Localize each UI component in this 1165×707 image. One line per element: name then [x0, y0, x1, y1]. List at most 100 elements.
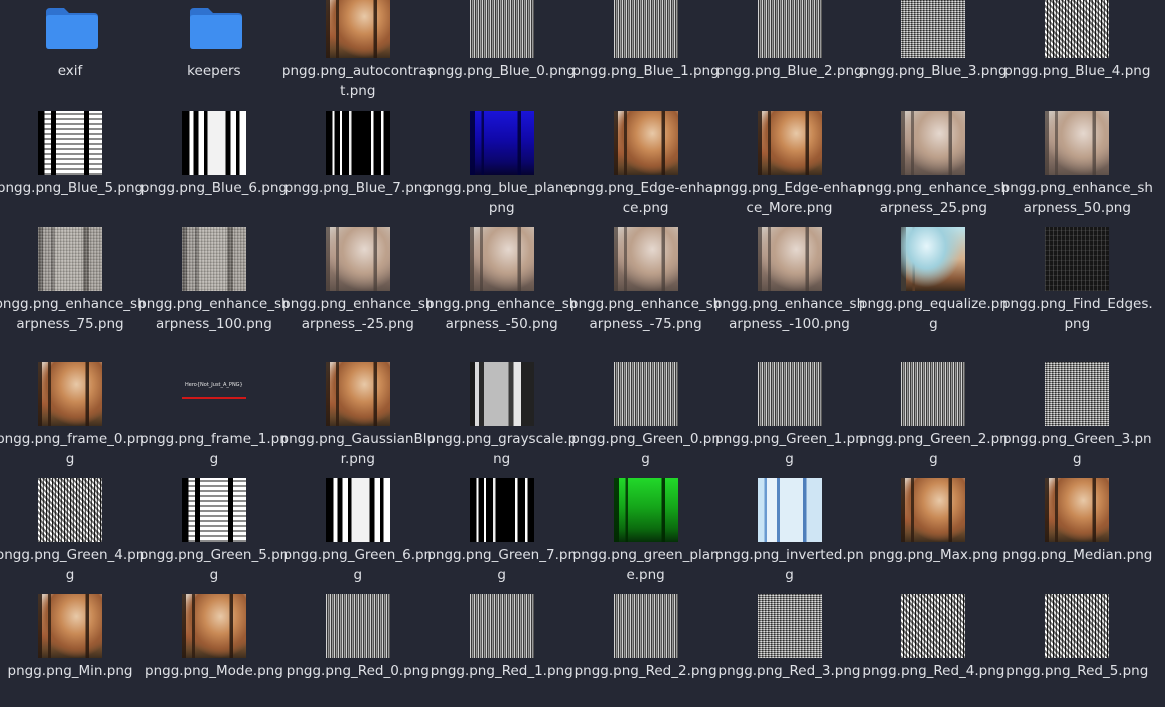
image-thumbnail	[1045, 227, 1110, 291]
file-item[interactable]: pngg.png_Blue_2.png	[716, 0, 863, 112]
file-item[interactable]: pngg.png_Blue_7.png	[285, 111, 431, 223]
file-item[interactable]: pngg.png_Edge-enhance_More.png	[713, 111, 866, 223]
file-item[interactable]: pngg.png_enhance_sharpness_75.png	[0, 227, 146, 339]
file-name-label: pngg.png_Green_7.png	[427, 547, 576, 583]
file-item[interactable]: pngg.png_enhance_sharpness_-25.png	[282, 227, 433, 339]
file-name-label: pngg.png_enhance_sharpness_75.png	[0, 296, 146, 332]
file-item[interactable]: pngg.png_Green_1.png	[715, 362, 864, 474]
image-thumbnail	[469, 362, 534, 426]
file-name-label: pngg.png_Green_0.png	[571, 431, 720, 467]
file-item[interactable]: pngg.png_GaussianBlur.png	[281, 362, 435, 474]
file-item[interactable]: pngg.png_enhance_sharpness_-75.png	[570, 227, 721, 339]
file-item[interactable]: pngg.png_enhance_sharpness_50.png	[1002, 111, 1153, 223]
file-name-label: pngg.png_Edge-enhance_More.png	[713, 180, 866, 216]
file-name-label: pngg.png_Median.png	[1002, 547, 1153, 563]
file-name-label: pngg.png_grayscale.png	[427, 431, 577, 467]
file-name-label: pngg.png_Red_4.png	[862, 663, 1005, 679]
image-thumbnail	[469, 227, 534, 291]
file-item[interactable]: pngg.png_enhance_sharpness_-50.png	[426, 227, 577, 339]
file-name-label: pngg.png_Blue_6.png	[140, 180, 287, 196]
file-name-label: pngg.png_Min.png	[7, 663, 133, 679]
file-item[interactable]: pngg.png_equalize.png	[859, 227, 1008, 339]
file-item[interactable]: keepers	[144, 0, 284, 112]
image-thumbnail	[1045, 594, 1110, 658]
image-thumbnail	[38, 478, 102, 542]
file-name-label: pngg.png_Blue_7.png	[284, 180, 431, 196]
file-name-label: pngg.png_Edge-enhance.png	[569, 180, 722, 216]
file-item[interactable]: pngg.png_Red_4.png	[862, 594, 1004, 706]
image-thumbnail	[613, 362, 678, 426]
file-item[interactable]: pngg.png_Red_1.png	[431, 594, 573, 706]
file-item[interactable]: pngg.png_Median.png	[1002, 478, 1152, 590]
file-name-label: pngg.png_Red_2.png	[574, 663, 717, 679]
file-item[interactable]: pngg.png_enhance_sharpness_100.png	[138, 227, 290, 339]
file-item[interactable]: pngg.png_Blue_5.png	[0, 111, 143, 223]
file-name-label: pngg.png_Blue_1.png	[572, 63, 719, 79]
file-name-label: pngg.png_Red_3.png	[718, 663, 861, 679]
file-item[interactable]: pngg.png_Blue_0.png	[429, 0, 575, 112]
file-name-label: pngg.png_Green_4.png	[0, 547, 145, 583]
image-thumbnail	[38, 111, 102, 175]
file-item[interactable]: pngg.png_Mode.png	[144, 594, 284, 706]
file-name-label: pngg.png_Green_3.png	[1002, 431, 1152, 467]
file-name-label: pngg.png_frame_0.png	[0, 431, 144, 467]
file-name-label: pngg.png_blue_plane.png	[427, 180, 577, 216]
file-name-label: pngg.png_Blue_4.png	[1004, 63, 1151, 79]
image-thumbnail	[901, 594, 966, 658]
image-thumbnail	[325, 227, 390, 291]
file-item[interactable]: pngg.png_Blue_3.png	[860, 0, 1006, 112]
file-item[interactable]: pngg.png_enhance_sharpness_25.png	[858, 111, 1009, 223]
image-thumbnail	[613, 111, 678, 175]
file-name-label: pngg.png_enhance_sharpness_-50.png	[426, 296, 578, 332]
image-thumbnail	[901, 0, 966, 58]
file-item[interactable]: pngg.png_Red_0.png	[287, 594, 429, 706]
file-item[interactable]: pngg.png_Blue_1.png	[572, 0, 719, 112]
image-thumbnail	[757, 594, 822, 658]
file-item[interactable]: pngg.png_Green_6.png	[283, 478, 432, 590]
file-name-label: pngg.png_Red_1.png	[430, 663, 573, 679]
file-item[interactable]: pngg.png_Max.png	[863, 478, 1003, 590]
file-item[interactable]: pngg.png_grayscale.png	[427, 362, 576, 474]
image-thumbnail	[38, 227, 102, 291]
image-thumbnail	[757, 478, 822, 542]
file-name-label: pngg.png_frame_1.png	[139, 431, 288, 467]
file-item[interactable]: pngg.png_Edge-enhance.png	[570, 111, 722, 223]
image-thumbnail	[181, 478, 246, 542]
image-thumbnail	[469, 594, 534, 658]
image-thumbnail	[38, 362, 102, 426]
file-name-label: pngg.png_Green_1.png	[715, 431, 864, 467]
file-item[interactable]: pngg.png_Green_5.png	[140, 478, 288, 590]
file-item[interactable]: pngg.png_Red_3.png	[719, 594, 860, 706]
file-item[interactable]: pngg.png_Green_3.png	[1003, 362, 1152, 474]
image-thumbnail	[901, 111, 966, 175]
image-thumbnail: Hero{Not_Just_A_PNG}	[181, 362, 246, 426]
file-item[interactable]: pngg.png_Green_4.png	[0, 478, 144, 590]
file-grid: exif keepers pngg.png_autocontrast.png pngg…	[0, 0, 1165, 707]
image-thumbnail	[901, 362, 966, 426]
image-thumbnail	[181, 227, 246, 291]
file-item[interactable]: pngg.png_green_plane.png	[573, 478, 719, 590]
file-item[interactable]: pngg.png_inverted.png	[715, 478, 864, 590]
file-item[interactable]: pngg.png_frame_0.png	[0, 362, 144, 474]
file-item[interactable]: pngg.png_Red_5.png	[1006, 594, 1148, 706]
file-item[interactable]: pngg.png_blue_plane.png	[427, 111, 576, 223]
image-thumbnail	[325, 594, 390, 658]
file-item[interactable]: pngg.png_Green_0.png	[571, 362, 720, 474]
image-thumbnail	[613, 227, 678, 291]
file-name-label: keepers	[187, 63, 241, 79]
file-item[interactable]: pngg.png_Green_2.png	[859, 362, 1008, 474]
file-item[interactable]: pngg.png_Blue_4.png	[1004, 0, 1150, 112]
file-item[interactable]: pngg.png_autocontrast.png	[282, 0, 434, 112]
file-item[interactable]: pngg.png_Red_2.png	[575, 594, 717, 706]
file-item[interactable]: pngg.png_Green_7.png	[427, 478, 576, 590]
image-thumbnail	[1045, 478, 1110, 542]
file-item[interactable]: pngg.png_Min.png	[0, 594, 140, 706]
image-thumbnail	[325, 0, 390, 58]
image-thumbnail	[1045, 111, 1110, 175]
file-item[interactable]: exif	[0, 0, 140, 112]
file-item[interactable]: pngg.png_Find_Edges.png	[1002, 227, 1153, 339]
file-item[interactable]: pngg.png_enhance_sharpness_-100.png	[714, 227, 865, 339]
file-item[interactable]: Hero{Not_Just_A_PNG} pngg.png_frame_1.png	[140, 362, 288, 474]
image-thumbnail	[469, 478, 534, 542]
file-item[interactable]: pngg.png_Blue_6.png	[141, 111, 287, 223]
